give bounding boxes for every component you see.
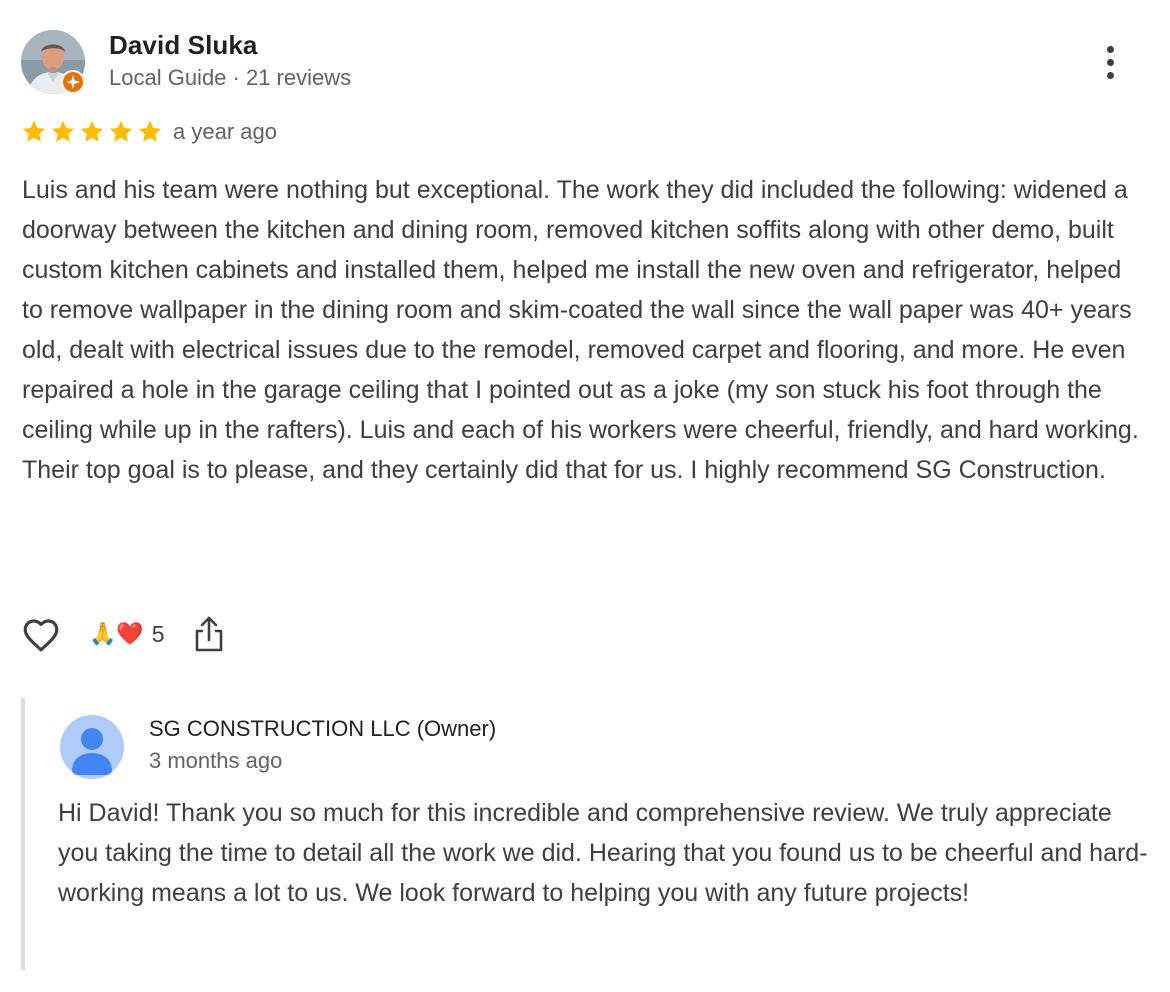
review-card: David Sluka Local Guide · 21 reviews a y… (0, 0, 1170, 992)
reaction-count: 5 (151, 620, 165, 647)
star-icon (51, 120, 75, 142)
reply-author: SG CONSTRUCTION LLC (Owner) (149, 716, 497, 741)
reaction-emoji: 🙏❤️ (89, 621, 144, 646)
reviewer-name[interactable]: David Sluka (109, 30, 258, 61)
owner-reply: SG CONSTRUCTION LLC (Owner) 3 months ago… (21, 698, 1155, 970)
owner-avatar[interactable] (60, 715, 124, 779)
default-person-avatar-icon (60, 715, 124, 779)
review-date: a year ago (173, 119, 277, 144)
dot-icon (1106, 71, 1114, 79)
star-rating (20, 118, 164, 146)
dot-icon (1106, 58, 1114, 66)
reviewer-meta[interactable]: Local Guide · 21 reviews (109, 65, 351, 91)
more-options-button[interactable] (1094, 40, 1126, 84)
local-guide-badge-icon (61, 70, 85, 94)
star-icon (80, 120, 104, 142)
like-button[interactable] (20, 614, 62, 656)
share-icon (195, 616, 223, 652)
dot-icon (1106, 45, 1114, 53)
review-text: Luis and his team were nothing but excep… (22, 176, 1139, 484)
heart-outline-icon (23, 619, 59, 652)
reactions-button[interactable]: 🙏❤️ 5 (89, 614, 165, 654)
reply-date: 3 months ago (149, 748, 283, 773)
star-icon (22, 120, 46, 142)
share-button[interactable] (192, 612, 226, 656)
star-icon (138, 120, 162, 142)
reply-text: Hi David! Thank you so much for this inc… (58, 799, 1148, 907)
star-icon (109, 120, 133, 142)
